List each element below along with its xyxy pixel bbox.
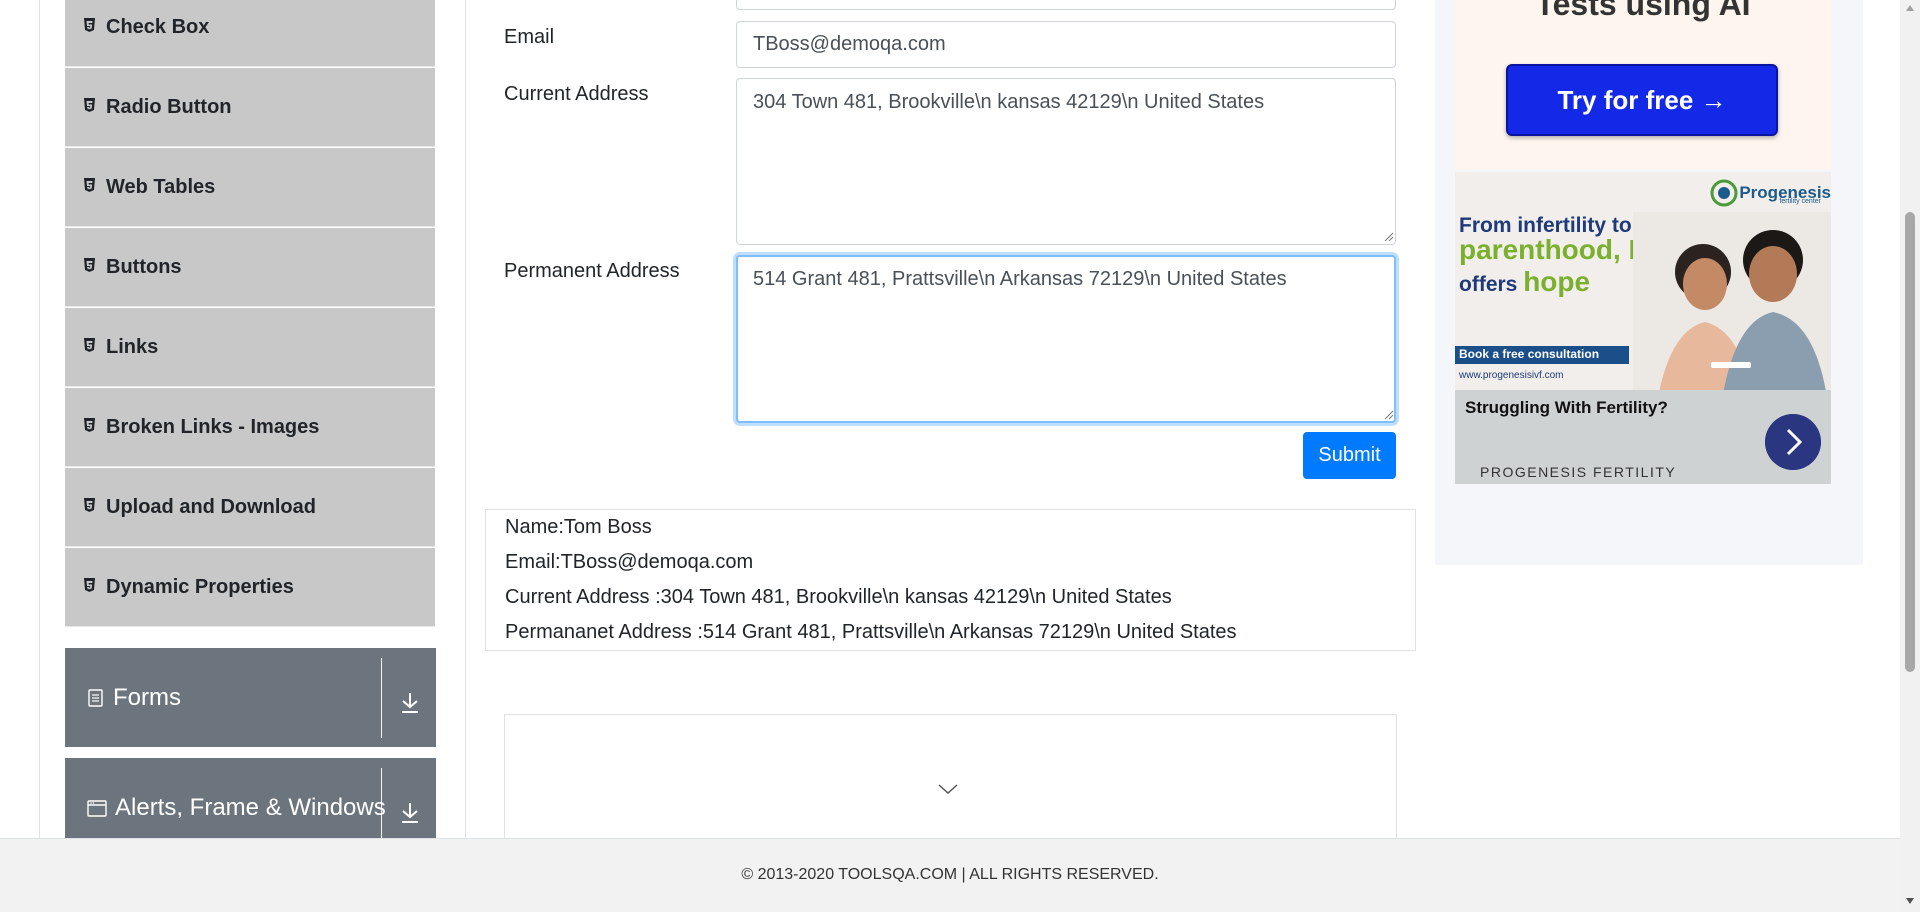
submit-button[interactable]: Submit (1303, 432, 1396, 479)
permanent-address-textarea[interactable]: 514 Grant 481, Prattsville\n Arkansas 72… (736, 255, 1396, 423)
group-divider (381, 768, 382, 848)
download-arrow-icon[interactable] (399, 800, 421, 824)
ad-title: Tests using AI (1535, 0, 1751, 22)
html5-icon (83, 96, 96, 112)
sidebar-item-upload-download[interactable]: Upload and Download (65, 468, 435, 547)
output-panel: Name:Tom Boss Email:TBoss@demoqa.com Cur… (485, 509, 1416, 651)
html5-icon (83, 576, 96, 592)
chevron-right-icon[interactable] (1765, 414, 1821, 470)
ad-question: Struggling With Fertility? (1465, 398, 1668, 417)
collapsed-ad-frame (504, 714, 1397, 854)
sidebar-item-dynamic-properties[interactable]: Dynamic Properties (65, 548, 435, 627)
sidebar-item-label: Broken Links - Images (106, 415, 320, 438)
scroll-down-icon[interactable] (1905, 897, 1915, 905)
group-header-forms[interactable]: Forms (65, 648, 436, 747)
full-name-input[interactable] (736, 0, 1396, 10)
document-icon (88, 688, 103, 707)
try-for-free-button[interactable]: Try for free → (1506, 64, 1778, 136)
sidebar-item-label: Upload and Download (106, 495, 316, 518)
html5-icon (83, 496, 96, 512)
scroll-up-icon[interactable] (1905, 4, 1915, 12)
download-arrow-icon[interactable] (399, 690, 421, 714)
current-address-textarea[interactable]: 304 Town 481, Brookville\n kansas 42129\… (736, 78, 1396, 245)
html5-icon (83, 256, 96, 272)
footer: © 2013-2020 TOOLSQA.COM | ALL RIGHTS RES… (0, 838, 1900, 912)
html5-icon (83, 16, 96, 32)
logo-icon (1710, 179, 1738, 207)
sidebar-item-links[interactable]: Links (65, 308, 435, 387)
page: Check Box Radio Button Web Tables Button… (0, 0, 1920, 912)
output-permanent-address: Permananet Address :514 Grant 481, Pratt… (505, 621, 1237, 643)
sidebar-item-label: Web Tables (106, 175, 216, 198)
ai-testing-ad[interactable]: Tests using AI Try for free → (1455, 0, 1831, 170)
html5-icon (83, 336, 96, 352)
sidebar-item-label: Radio Button (106, 95, 232, 118)
sidebar-item-label: Buttons (106, 255, 182, 278)
fertility-ad[interactable]: Progenesis fertility center From inferti… (1455, 172, 1831, 484)
left-border (39, 0, 40, 840)
ad-brand: PROGENESIS FERTILITY (1480, 464, 1677, 480)
output-name: Name:Tom Boss (505, 516, 652, 538)
copyright-text: © 2013-2020 TOOLSQA.COM | ALL RIGHTS RES… (741, 866, 1159, 883)
sidebar-item-check-box[interactable]: Check Box (65, 0, 435, 67)
sidebar-item-broken-links[interactable]: Broken Links - Images (65, 388, 435, 467)
window-icon (87, 799, 107, 817)
ad-url: www.progenesisivf.com (1459, 370, 1564, 381)
output-current-address: Current Address :304 Town 481, Brookvill… (505, 586, 1172, 608)
resize-grip-icon[interactable] (1384, 232, 1394, 242)
sidebar-item-radio-button[interactable]: Radio Button (65, 68, 435, 147)
chevron-down-icon[interactable] (937, 783, 959, 795)
sidebar-item-label: Links (106, 335, 159, 358)
sidebar-item-buttons[interactable]: Buttons (65, 228, 435, 307)
ad-footer: Struggling With Fertility? PROGENESIS FE… (1455, 390, 1831, 484)
html5-icon (83, 416, 96, 432)
resize-grip-icon[interactable] (1384, 410, 1394, 420)
group-header-label: Alerts, Frame & Windows (115, 793, 386, 821)
email-label: Email (504, 26, 555, 48)
group-divider (381, 658, 382, 738)
output-email: Email:TBoss@demoqa.com (505, 551, 754, 573)
book-consultation-label: Book a free consultation (1455, 346, 1629, 364)
ad-headline: offers hope (1459, 266, 1591, 297)
vertical-scrollbar[interactable] (1900, 0, 1920, 912)
html5-icon (83, 176, 96, 192)
sidebar-item-web-tables[interactable]: Web Tables (65, 148, 435, 227)
email-input[interactable] (736, 21, 1396, 68)
current-address-label: Current Address (504, 83, 649, 105)
group-header-label: Forms (113, 683, 181, 711)
permanent-address-label: Permanent Address (504, 260, 680, 282)
scrollbar-thumb[interactable] (1905, 212, 1915, 672)
ad-column: Tests using AI Try for free → Progenesis… (1435, 0, 1863, 565)
sidebar-item-label: Check Box (106, 15, 210, 38)
sidebar-item-label: Dynamic Properties (106, 575, 294, 598)
content-border (465, 0, 466, 840)
